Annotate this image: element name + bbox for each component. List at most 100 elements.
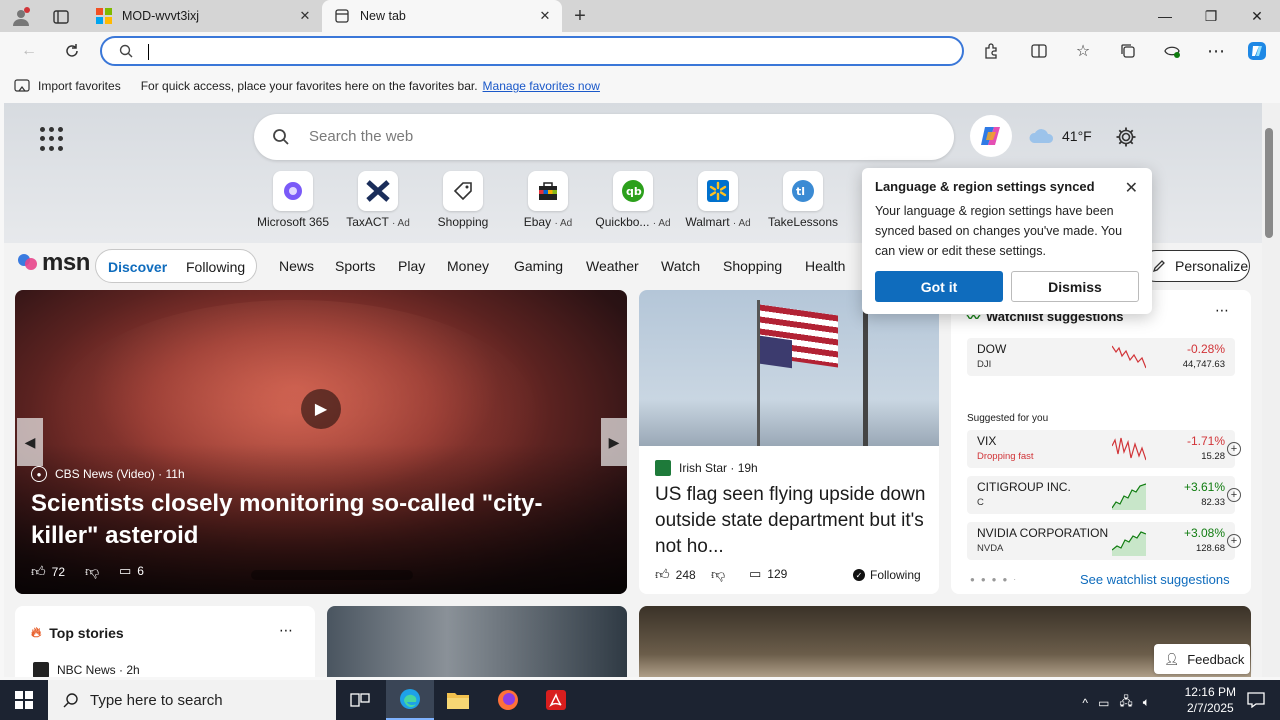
import-favorites-icon: [14, 78, 30, 94]
cloud-icon: [1028, 127, 1056, 145]
quickbooks-icon: qb: [613, 171, 653, 211]
weather-temp: 41°F: [1062, 128, 1092, 144]
profile-icon[interactable]: [10, 6, 32, 28]
nav-shopping[interactable]: Shopping: [723, 258, 782, 274]
watchlist-row-dow[interactable]: DOW DJI -0.28% 44,747.63: [967, 338, 1235, 376]
firefox-icon[interactable]: [484, 680, 532, 720]
tab-title: MOD-wvvt3ixj: [122, 9, 200, 23]
hero-card[interactable]: ▶ ◀ ▶ ● CBS News (Video) · 11h Scientist…: [15, 290, 627, 594]
file-explorer-icon[interactable]: [434, 680, 482, 720]
copilot-icon[interactable]: [1246, 40, 1268, 62]
top-stories-more-icon[interactable]: ⋯: [279, 622, 293, 639]
taskbar-clock[interactable]: 12:16 PM 2/7/2025: [1185, 684, 1236, 716]
restore-icon[interactable]: ❐: [1188, 0, 1234, 32]
feedback-button[interactable]: 👤︎ Feedback: [1154, 644, 1250, 674]
nav-sports[interactable]: Sports: [335, 258, 375, 274]
tab-mod[interactable]: MOD-wvvt3ixj ✕: [84, 0, 322, 32]
nav-play[interactable]: Play: [398, 258, 425, 274]
quick-link-taxact[interactable]: TaxACT · Ad: [336, 171, 420, 229]
address-input[interactable]: [146, 42, 846, 60]
nav-gaming[interactable]: Gaming: [514, 258, 563, 274]
start-windows-icon[interactable]: [0, 680, 48, 720]
quick-link-quickbooks[interactable]: qb Quickbo... · Ad: [591, 171, 675, 229]
watchlist-row[interactable]: VIX Dropping fast -1.71% 15.28: [967, 430, 1235, 468]
comments-button[interactable]: ▭ 129: [749, 566, 787, 582]
thumbs-down-icon[interactable]: 👎︎: [711, 566, 725, 583]
thumbs-down-icon[interactable]: 👎︎: [85, 563, 99, 580]
got-it-button[interactable]: Got it: [875, 271, 1003, 302]
acrobat-icon[interactable]: [532, 680, 580, 720]
popup-close-icon[interactable]: ✕: [1125, 178, 1138, 198]
split-screen-icon[interactable]: [1028, 40, 1050, 62]
quick-link-microsoft-365[interactable]: Microsoft 365: [251, 171, 335, 229]
dismiss-button[interactable]: Dismiss: [1011, 271, 1139, 302]
add-to-watchlist-icon[interactable]: +: [1227, 442, 1241, 456]
taskbar-search[interactable]: Type here to search: [48, 680, 336, 720]
more-options-icon[interactable]: ⋯: [1205, 40, 1227, 62]
network-icon[interactable]: 🖧︎: [1119, 692, 1132, 713]
settings-gear-icon[interactable]: [1114, 125, 1138, 149]
nav-money[interactable]: Money: [447, 258, 489, 274]
quick-link-walmart[interactable]: Walmart · Ad: [676, 171, 760, 229]
copilot-button[interactable]: [970, 115, 1012, 157]
apps-grid-icon[interactable]: [40, 127, 64, 151]
close-window-icon[interactable]: ✕: [1234, 0, 1280, 32]
tab-discover[interactable]: Discover: [108, 259, 167, 275]
toolbar: ← ☆ ⋯: [0, 32, 1280, 70]
watchlist-pager-dots[interactable]: ●●●●·: [970, 575, 1022, 584]
tray-chevron-icon[interactable]: ^: [1082, 696, 1088, 710]
card-headline[interactable]: US flag seen flying upside down outside …: [655, 482, 927, 560]
browser-essentials-icon[interactable]: [1161, 40, 1183, 62]
nav-news[interactable]: News: [279, 258, 314, 274]
volume-icon[interactable]: 🔈︎: [1143, 695, 1150, 710]
quick-link-ebay[interactable]: Ebay · Ad: [506, 171, 590, 229]
task-view-icon[interactable]: [336, 680, 384, 720]
notification-icon[interactable]: [1232, 680, 1280, 720]
like-button[interactable]: 👍︎ 72: [31, 563, 65, 580]
tab-new-tab[interactable]: New tab ✕: [322, 0, 562, 32]
scroll-thumb[interactable]: [1265, 128, 1273, 238]
tab-actions-icon[interactable]: [50, 6, 72, 28]
nav-watch[interactable]: Watch: [661, 258, 700, 274]
carousel-next-icon[interactable]: ▶: [601, 418, 627, 466]
nav-health[interactable]: Health: [805, 258, 845, 274]
nav-weather[interactable]: Weather: [586, 258, 639, 274]
add-to-watchlist-icon[interactable]: +: [1227, 488, 1241, 502]
like-button[interactable]: 👍︎ 248: [655, 566, 696, 583]
hero-headline[interactable]: Scientists closely monitoring so-called …: [31, 488, 601, 552]
watchlist-row[interactable]: NVIDIA CORPORATION NVDA +3.08% 128.68: [967, 522, 1235, 560]
following-badge[interactable]: ✓ Following: [853, 568, 921, 582]
close-tab-icon[interactable]: ✕: [538, 9, 552, 23]
weather-widget[interactable]: 41°F: [1028, 127, 1092, 145]
quick-link-shopping[interactable]: Shopping: [421, 171, 505, 229]
msn-logo[interactable]: msn: [16, 249, 90, 277]
see-watchlist-link[interactable]: See watchlist suggestions: [1080, 572, 1230, 587]
personalize-button[interactable]: Personalize: [1140, 250, 1250, 282]
tray-device-icon[interactable]: ▭: [1098, 696, 1109, 710]
add-to-watchlist-icon[interactable]: +: [1227, 534, 1241, 548]
web-search-box[interactable]: Search the web: [254, 114, 954, 160]
carousel-dots[interactable]: [251, 570, 413, 580]
tab-following[interactable]: Following: [186, 259, 245, 275]
edge-taskbar-icon[interactable]: [386, 680, 434, 720]
play-video-icon[interactable]: ▶: [301, 389, 341, 429]
news-image-people[interactable]: [327, 606, 627, 677]
collections-icon[interactable]: [1117, 40, 1139, 62]
comments-button[interactable]: ▭ 6: [119, 563, 144, 579]
card-source: Irish Star · 19h: [655, 460, 758, 476]
import-favorites-button[interactable]: Import favorites: [38, 79, 121, 93]
news-card[interactable]: Irish Star · 19h US flag seen flying ups…: [639, 290, 939, 594]
address-bar[interactable]: [100, 36, 964, 66]
quick-link-takelessons[interactable]: tl TakeLessons: [761, 171, 845, 229]
back-icon[interactable]: ←: [18, 40, 40, 62]
manage-favorites-link[interactable]: Manage favorites now: [483, 79, 600, 93]
carousel-prev-icon[interactable]: ◀: [17, 418, 43, 466]
refresh-icon[interactable]: [61, 40, 83, 62]
new-tab-plus-icon[interactable]: +: [568, 5, 592, 27]
favorites-star-icon[interactable]: ☆: [1072, 40, 1094, 62]
watchlist-more-icon[interactable]: ⋯: [1215, 302, 1229, 319]
minimize-icon[interactable]: —: [1142, 0, 1188, 32]
watchlist-row[interactable]: CITIGROUP INC. C +3.61% 82.33: [967, 476, 1235, 514]
close-tab-icon[interactable]: ✕: [298, 9, 312, 23]
extensions-icon[interactable]: [980, 40, 1002, 62]
